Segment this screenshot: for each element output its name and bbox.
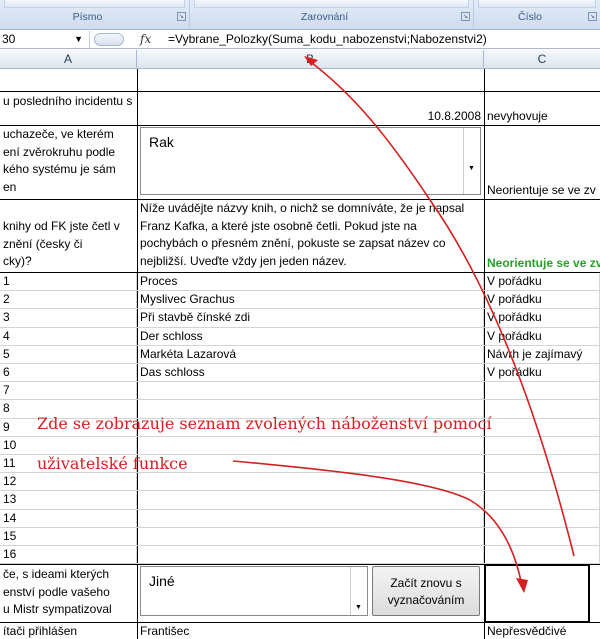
- annotation-arrow-to-cell: [232, 460, 523, 587]
- annotation-arrow-to-formula: [307, 59, 575, 557]
- annotation-arrows: [232, 56, 575, 593]
- annotation-arrowhead: [516, 578, 528, 593]
- annotation-arrowhead: [304, 56, 318, 66]
